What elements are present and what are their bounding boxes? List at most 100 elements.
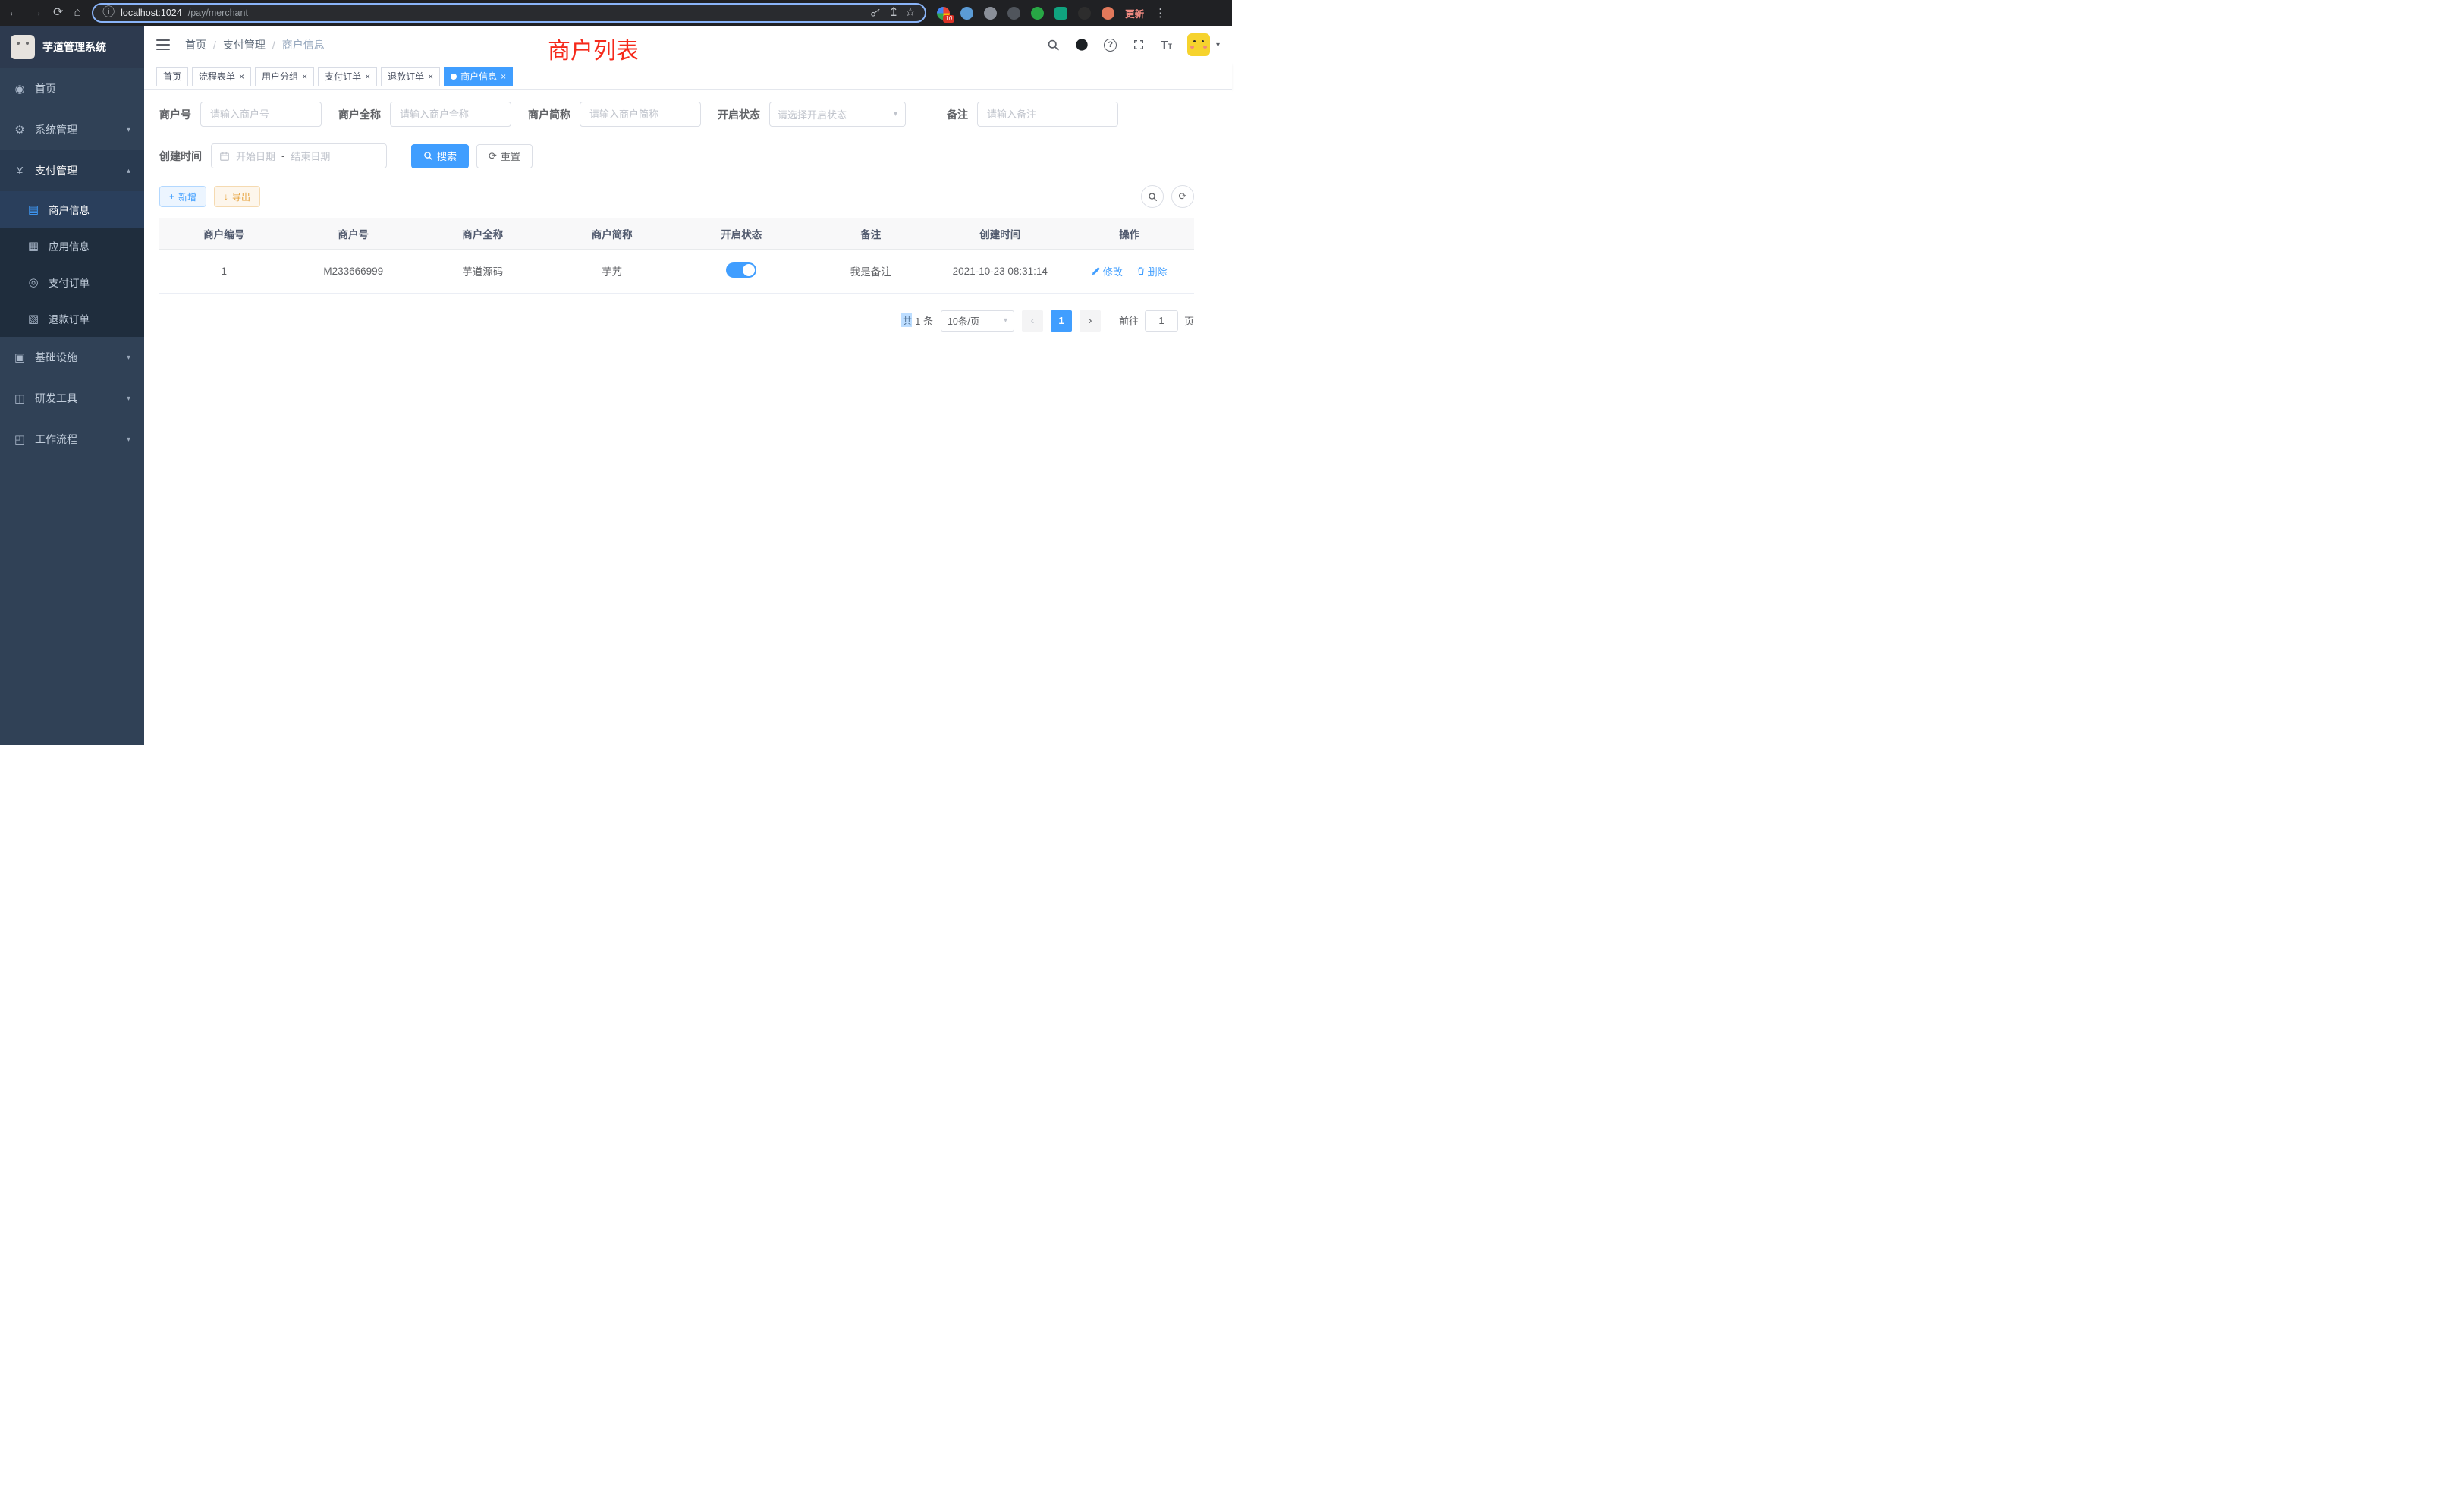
next-page-button[interactable]: › xyxy=(1080,310,1101,332)
export-button[interactable]: ↓ 导出 xyxy=(214,186,260,207)
font-size-icon[interactable]: TT xyxy=(1161,39,1172,52)
chevron-down-icon: ▾ xyxy=(127,435,130,444)
tab-merchant-info[interactable]: 商户信息 × xyxy=(444,67,513,86)
refresh-table-button[interactable]: ⟳ xyxy=(1171,185,1194,208)
browser-menu-icon[interactable]: ⋮ xyxy=(1155,6,1166,20)
close-icon[interactable]: × xyxy=(302,72,307,81)
sidebar-item-infrastructure[interactable]: ▣ 基础设施 ▾ xyxy=(0,337,144,378)
remark-input[interactable] xyxy=(977,102,1118,127)
extension-black-icon[interactable] xyxy=(1078,7,1091,20)
close-icon[interactable]: × xyxy=(428,72,433,81)
top-navbar: 首页 / 支付管理 / 商户信息 商户列表 ? xyxy=(144,26,1232,64)
sidebar-item-dev-tools[interactable]: ◫ 研发工具 ▾ xyxy=(0,378,144,419)
refresh-icon: ⟳ xyxy=(1179,190,1187,203)
github-icon[interactable] xyxy=(1075,38,1089,52)
search-icon xyxy=(1148,192,1158,202)
extension-gray-icon[interactable] xyxy=(984,7,997,20)
close-icon[interactable]: × xyxy=(365,72,370,81)
tab-user-group[interactable]: 用户分组 × xyxy=(255,67,314,86)
search-button[interactable]: 搜索 xyxy=(411,144,469,168)
tab-refund-orders[interactable]: 退款订单 × xyxy=(381,67,440,86)
share-icon[interactable]: ↥ xyxy=(888,7,898,19)
sidebar-item-label: 研发工具 xyxy=(35,391,77,406)
sidebar-item-pay-orders[interactable]: ◎ 支付订单 xyxy=(0,264,144,300)
browser-toolbar: ← → ⟳ ⌂ ⓘ localhost:1024 /pay/merchant ↥… xyxy=(0,0,1232,26)
tab-home[interactable]: 首页 xyxy=(156,67,188,86)
extension-pinwheel-icon[interactable]: 10 xyxy=(937,7,950,20)
add-button[interactable]: + 新增 xyxy=(159,186,206,207)
user-menu-caret-icon[interactable]: ▾ xyxy=(1216,41,1220,49)
breadcrumb-home[interactable]: 首页 xyxy=(185,37,206,52)
yen-icon: ¥ xyxy=(14,165,26,178)
breadcrumb-separator: / xyxy=(272,39,275,51)
cell-status xyxy=(677,249,806,293)
tab-process-form[interactable]: 流程表单 × xyxy=(192,67,251,86)
toggle-search-button[interactable] xyxy=(1141,185,1164,208)
chevron-down-icon: ▾ xyxy=(127,354,130,362)
sidebar-item-label: 应用信息 xyxy=(49,238,90,253)
fullscreen-icon[interactable] xyxy=(1132,38,1146,52)
cell-create-time: 2021-10-23 08:31:14 xyxy=(935,249,1065,293)
close-icon[interactable]: × xyxy=(239,72,244,81)
sidebar-item-workflow[interactable]: ◰ 工作流程 ▾ xyxy=(0,419,144,460)
sidebar-item-system[interactable]: ⚙ 系统管理 ▾ xyxy=(0,109,144,150)
chrome-update-button[interactable]: 更新 xyxy=(1125,6,1144,20)
site-info-icon[interactable]: ⓘ xyxy=(102,7,115,19)
home-icon[interactable]: ⌂ xyxy=(74,7,81,19)
col-merchant-no: 商户号 xyxy=(289,218,419,249)
sidebar-item-refund-orders[interactable]: ▧ 退款订单 xyxy=(0,300,144,337)
merchant-full-name-label: 商户全称 xyxy=(338,107,381,122)
logo[interactable]: 芋道管理系统 xyxy=(0,26,144,68)
sidebar-item-home[interactable]: ◉ 首页 xyxy=(0,68,144,109)
extension-green-circle-icon[interactable] xyxy=(1031,7,1044,20)
status-select[interactable]: 请选择开启状态 ▾ xyxy=(769,102,906,127)
sidebar-item-label: 系统管理 xyxy=(35,122,77,137)
sidebar-item-merchant-info[interactable]: ▤ 商户信息 xyxy=(0,191,144,228)
col-short-name: 商户简称 xyxy=(548,218,677,249)
extension-badge: 10 xyxy=(943,15,954,23)
user-avatar[interactable] xyxy=(1187,33,1210,56)
close-icon[interactable]: × xyxy=(501,72,506,81)
merchant-full-name-input[interactable] xyxy=(390,102,511,127)
page-size-select[interactable]: 10条/页 ▾ xyxy=(941,310,1014,332)
reset-button[interactable]: ⟳ 重置 xyxy=(476,144,533,168)
briefcase-icon: ◰ xyxy=(14,432,26,446)
document-icon: ▧ xyxy=(27,312,39,325)
status-toggle[interactable] xyxy=(726,262,756,278)
search-icon xyxy=(423,151,433,161)
delete-link[interactable]: 删除 xyxy=(1136,264,1168,278)
edit-link[interactable]: 修改 xyxy=(1092,264,1123,278)
col-actions: 操作 xyxy=(1065,218,1195,249)
refresh-icon: ⟳ xyxy=(489,150,497,162)
sidebar-item-label: 商户信息 xyxy=(49,202,90,217)
prev-page-button[interactable]: ‹ xyxy=(1022,310,1043,332)
breadcrumb-payment[interactable]: 支付管理 xyxy=(223,37,266,52)
merchant-no-input[interactable] xyxy=(200,102,322,127)
tab-pay-orders[interactable]: 支付订单 × xyxy=(318,67,377,86)
collapse-sidebar-icon[interactable] xyxy=(156,39,170,50)
edit-pencil-icon xyxy=(1092,266,1101,275)
col-merchant-id: 商户编号 xyxy=(159,218,289,249)
extension-dark-icon[interactable] xyxy=(1007,7,1020,20)
profile-avatar-icon[interactable] xyxy=(1102,7,1114,20)
forward-icon[interactable]: → xyxy=(30,7,42,19)
password-key-icon[interactable] xyxy=(869,6,882,20)
back-icon[interactable]: ← xyxy=(8,7,20,19)
calendar-icon xyxy=(219,151,230,162)
sidebar-item-label: 工作流程 xyxy=(35,432,77,447)
reload-icon[interactable]: ⟳ xyxy=(53,7,63,19)
merchant-short-name-input[interactable] xyxy=(580,102,701,127)
extension-drop-icon[interactable] xyxy=(960,7,973,20)
page-1-button[interactable]: 1 xyxy=(1051,310,1072,332)
extension-green-square-icon[interactable] xyxy=(1054,7,1067,20)
address-bar[interactable]: ⓘ localhost:1024 /pay/merchant ↥ ☆ xyxy=(92,3,926,23)
create-time-range-picker[interactable]: 开始日期 - 结束日期 xyxy=(211,143,387,168)
sidebar-item-payment[interactable]: ¥ 支付管理 ▴ xyxy=(0,150,144,191)
merchant-table: 商户编号 商户号 商户全称 商户简称 开启状态 备注 创建时间 操作 1 M23… xyxy=(159,218,1194,294)
bookmark-star-icon[interactable]: ☆ xyxy=(905,7,916,19)
search-icon[interactable] xyxy=(1046,38,1060,52)
chevron-down-icon: ▾ xyxy=(127,126,130,134)
sidebar-item-app-info[interactable]: ▦ 应用信息 xyxy=(0,228,144,264)
help-icon[interactable]: ? xyxy=(1104,39,1117,52)
goto-page-input[interactable] xyxy=(1145,310,1178,332)
